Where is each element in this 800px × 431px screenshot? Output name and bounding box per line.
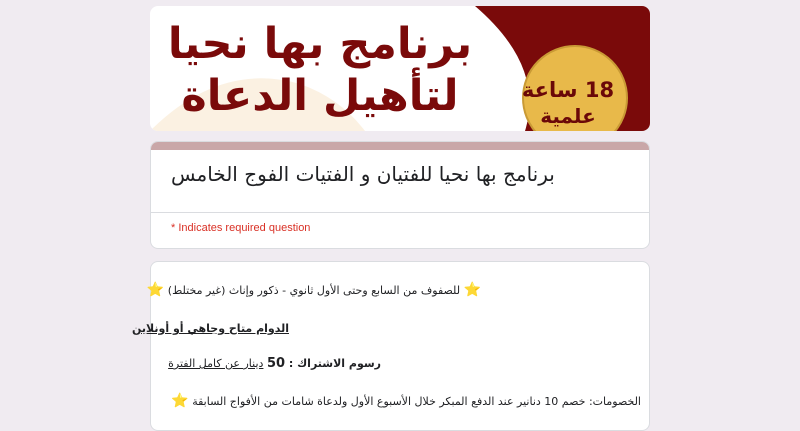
discounts-text: الخصومات: خصم 10 دنانير عند الدفع المبكر… [192,395,641,408]
description-line-discounts: الخصومات: خصم 10 دنانير عند الدفع المبكر… [171,393,641,409]
banner-badge-hours: 18 ساعة [521,78,615,102]
banner-title-line1: برنامج بها نحيا [167,19,473,69]
star-icon: ⭐ [146,282,165,298]
title-card-accent-bar [151,142,649,150]
required-question-note: * Indicates required question [171,222,311,234]
fees-label: رسوم الاشتراك : [285,357,381,370]
fees-suffix: دينار عن كامل الفترة [168,357,264,370]
description-line-attendance: الدوام متاح وجاهي أو أونلاين [132,322,289,335]
banner-title-line2: لتأهيل الدعاة [181,71,459,121]
divider [151,212,649,213]
fees-amount: 50 [266,356,286,371]
form-description-card: ⭐ للصفوف من السابع وحتى الأول ثانوي - ذك… [132,261,650,431]
star-icon: ⭐ [463,282,481,298]
description-line-audience: ⭐ للصفوف من السابع وحتى الأول ثانوي - ذك… [147,282,481,298]
form-title: برنامج بها نحيا للفتيان و الفتيات الفوج … [171,162,555,186]
banner-badge-label: علمية [540,104,596,128]
form-title-card: برنامج بها نحيا للفتيان و الفتيات الفوج … [150,141,650,249]
description-audience-text: للصفوف من السابع وحتى الأول ثانوي - ذكور… [167,284,461,297]
star-icon: ⭐ [171,393,189,409]
description-line-fees: رسوم الاشتراك : 50 دينار عن كامل الفترة [168,356,381,371]
header-banner-image: برنامج بها نحيا لتأهيل الدعاة 18 ساعة عل… [150,6,650,131]
